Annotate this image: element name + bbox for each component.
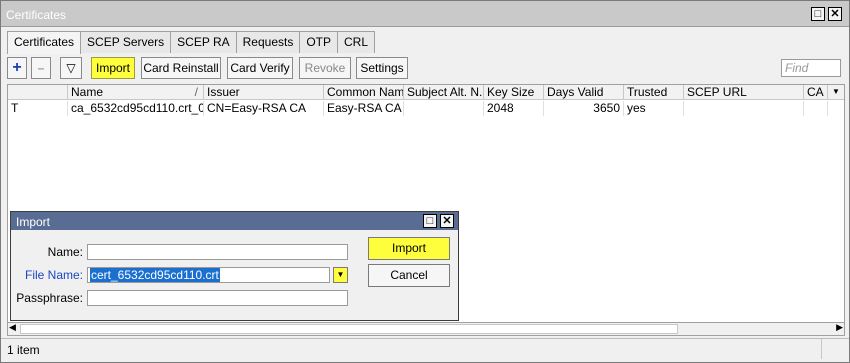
scroll-right-icon[interactable]: ▶	[836, 322, 843, 333]
column-common-name[interactable]: Common Name	[324, 85, 404, 100]
tab-scep-servers[interactable]: SCEP Servers	[80, 31, 172, 53]
column-subject-alt[interactable]: Subject Alt. N...	[404, 85, 484, 100]
tab-certificates[interactable]: Certificates	[7, 31, 82, 54]
dialog-cancel-button[interactable]: Cancel	[368, 264, 450, 287]
file-dropdown-button[interactable]: ▼	[333, 267, 348, 283]
file-name-value: cert_6532cd95cd110.crt	[90, 268, 220, 282]
tab-bar: Certificates SCEP Servers SCEP RA Reques…	[7, 31, 376, 54]
remove-button[interactable]: –	[31, 57, 51, 79]
window-titlebar[interactable]: Certificates □ ✕	[1, 1, 849, 27]
close-icon[interactable]: ✕	[828, 7, 842, 21]
row-name: ca_6532cd95cd110.crt_0	[68, 101, 204, 116]
revoke-button[interactable]: Revoke	[299, 57, 351, 79]
passphrase-input[interactable]	[87, 290, 348, 306]
name-input[interactable]	[87, 244, 348, 260]
columns-dropdown-icon[interactable]: ▼	[828, 85, 844, 100]
import-dialog: Import □ ✕ Name: File Name: cert_6532cd9…	[10, 211, 459, 321]
row-issuer: CN=Easy-RSA CA	[204, 101, 324, 116]
filter-button[interactable]: ▽	[60, 57, 82, 79]
maximize-icon[interactable]: □	[811, 7, 825, 21]
add-button[interactable]: +	[7, 57, 27, 79]
row-trusted: yes	[624, 101, 684, 116]
name-label: Name:	[47, 245, 83, 259]
passphrase-label: Passphrase:	[16, 291, 83, 305]
column-scep-url[interactable]: SCEP URL	[684, 85, 804, 100]
tab-crl[interactable]: CRL	[337, 31, 376, 53]
column-name[interactable]: Name /	[68, 85, 204, 100]
card-verify-button[interactable]: Card Verify	[227, 57, 293, 79]
dialog-titlebar[interactable]: Import □ ✕	[11, 212, 458, 230]
certificates-window: Certificates □ ✕ Certificates SCEP Serve…	[0, 0, 850, 363]
row-days-valid: 3650	[544, 101, 624, 116]
filter-icon: ▽	[66, 61, 76, 75]
status-bar: 1 item	[1, 338, 849, 360]
status-divider	[821, 339, 822, 359]
window-title: Certificates	[6, 8, 67, 22]
table-header: Name / Issuer Common Name Subject Alt. N…	[8, 85, 844, 100]
dropdown-arrow-icon: ▼	[336, 270, 345, 279]
horizontal-scrollbar[interactable]: ◀ ▶	[7, 322, 845, 336]
file-name-input[interactable]: cert_6532cd95cd110.crt	[87, 267, 330, 283]
column-key-size[interactable]: Key Size	[484, 85, 544, 100]
tab-scep-ra[interactable]: SCEP RA	[170, 31, 237, 53]
card-reinstall-button[interactable]: Card Reinstall	[141, 57, 221, 79]
row-flag: T	[8, 101, 68, 116]
column-name-label: Name	[71, 85, 104, 99]
tab-requests[interactable]: Requests	[235, 31, 301, 53]
column-trusted[interactable]: Trusted	[624, 85, 684, 100]
row-key-size: 2048	[484, 101, 544, 116]
column-days-valid[interactable]: Days Valid	[544, 85, 624, 100]
column-ca[interactable]: CA	[804, 85, 828, 100]
column-flag[interactable]	[8, 85, 68, 100]
dialog-import-button[interactable]: Import	[368, 237, 450, 260]
import-button[interactable]: Import	[91, 57, 135, 79]
dialog-close-icon[interactable]: ✕	[440, 214, 454, 228]
scroll-left-icon[interactable]: ◀	[9, 322, 16, 333]
row-subject-alt	[404, 101, 484, 116]
find-input[interactable]: Find	[781, 59, 841, 77]
sort-icon: /	[194, 85, 198, 99]
tab-otp[interactable]: OTP	[299, 31, 339, 53]
plus-icon: +	[12, 59, 22, 76]
row-ca	[804, 101, 828, 116]
file-name-label: File Name:	[24, 268, 83, 282]
dialog-maximize-icon[interactable]: □	[423, 214, 437, 228]
row-scep-url	[684, 101, 804, 116]
column-issuer[interactable]: Issuer	[204, 85, 324, 100]
row-common-name: Easy-RSA CA	[324, 101, 404, 116]
minus-icon: –	[37, 61, 45, 75]
dialog-title: Import	[16, 215, 51, 229]
settings-button[interactable]: Settings	[356, 57, 408, 79]
status-item-count: 1 item	[7, 343, 40, 357]
toolbar: + – ▽ Import Card Reinstall Card Verify …	[7, 56, 845, 82]
scrollbar-thumb[interactable]	[20, 324, 678, 334]
table-row[interactable]: T ca_6532cd95cd110.crt_0 CN=Easy-RSA CA …	[8, 101, 844, 116]
